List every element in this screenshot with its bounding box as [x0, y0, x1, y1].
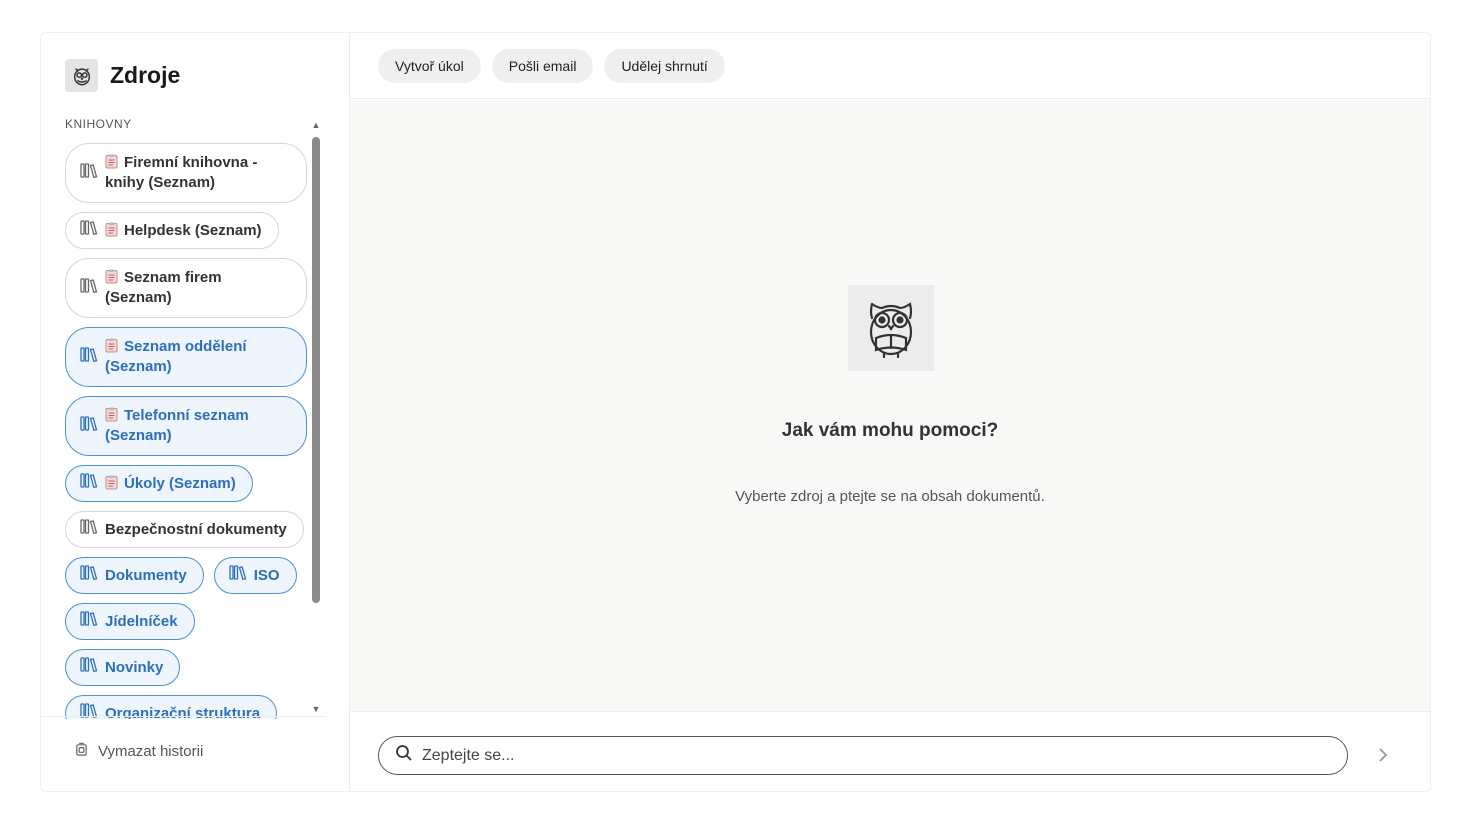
library-chip[interactable]: Úkoly (Seznam) [65, 465, 253, 502]
library-label-text: Jídelníček [105, 612, 178, 630]
libraries-section-label: KNIHOVNY [65, 117, 132, 131]
library-label: Dokumenty [105, 566, 187, 586]
library-label: Novinky [105, 658, 163, 678]
library-icon [80, 346, 98, 369]
make-summary-button[interactable]: Udělej shrnutí [604, 48, 725, 83]
library-icon [80, 415, 98, 438]
library-icon [229, 564, 247, 587]
create-task-button[interactable]: Vytvoř úkol [378, 48, 481, 83]
library-label: Firemní knihovna - knihy (Seznam) [105, 153, 290, 193]
ask-field-wrapper[interactable] [378, 736, 1348, 775]
library-chip[interactable]: Telefonní seznam (Seznam) [65, 396, 307, 456]
send-chevron-icon[interactable] [1372, 742, 1394, 768]
library-icon [80, 656, 98, 679]
library-chip[interactable]: Firemní knihovna - knihy (Seznam) [65, 143, 307, 203]
library-icon [80, 610, 98, 633]
list-document-icon [105, 338, 124, 355]
clear-history-label: Vymazat historii [98, 743, 204, 760]
library-label-text: Helpdesk (Seznam) [124, 221, 262, 239]
app-window: Zdroje KNIHOVNY ▲ ▼ Firemní knihovna - k… [40, 32, 1431, 792]
scroll-up-arrow-icon[interactable]: ▲ [311, 121, 321, 130]
library-label-text: Dokumenty [105, 566, 187, 584]
library-label: Jídelníček [105, 612, 178, 632]
library-chip[interactable]: Seznam firem (Seznam) [65, 258, 307, 318]
library-chip[interactable]: Novinky [65, 649, 181, 686]
library-icon [80, 162, 98, 185]
library-label-text: ISO [253, 566, 280, 584]
library-label-text: Seznam oddělení (Seznam) [105, 338, 247, 375]
library-chip[interactable]: Dokumenty [65, 557, 204, 594]
owl-mascot-icon [848, 285, 934, 371]
library-chip[interactable]: Helpdesk (Seznam) [65, 212, 279, 249]
list-document-icon [105, 222, 124, 239]
library-label-text: Firemní knihovna - knihy (Seznam) [105, 154, 258, 191]
trash-icon [74, 742, 89, 761]
list-document-icon [105, 154, 124, 171]
library-label: Helpdesk (Seznam) [105, 221, 262, 241]
sidebar-footer-divider [41, 716, 326, 717]
library-icon [80, 219, 98, 242]
list-document-icon [105, 269, 124, 286]
library-label-text: Úkoly (Seznam) [124, 474, 236, 492]
sidebar-header: Zdroje [65, 59, 180, 92]
library-list: Firemní knihovna - knihy (Seznam) Helpdes… [65, 143, 311, 719]
library-label-text: Bezpečnostní dokumenty [105, 520, 287, 538]
library-chip[interactable]: Seznam oddělení (Seznam) [65, 327, 307, 387]
library-icon [80, 518, 98, 541]
library-chip[interactable]: Bezpečnostní dokumenty [65, 511, 304, 548]
library-label: ISO [254, 566, 280, 586]
welcome-subtitle: Vyberte zdroj a ptejte se na obsah dokum… [735, 488, 1045, 505]
library-chip[interactable]: Jídelníček [65, 603, 195, 640]
list-document-icon [105, 407, 124, 424]
library-label: Telefonní seznam (Seznam) [105, 406, 290, 446]
composer-bar [350, 711, 1430, 791]
sidebar-title: Zdroje [110, 62, 181, 88]
library-label: Bezpečnostní dokumenty [105, 520, 287, 540]
sources-sidebar: Zdroje KNIHOVNY ▲ ▼ Firemní knihovna - k… [41, 33, 350, 791]
library-list-scrollbar[interactable] [312, 137, 320, 603]
welcome-title: Jak vám mohu pomoci? [781, 420, 999, 441]
scroll-down-arrow-icon[interactable]: ▼ [311, 705, 321, 714]
library-icon [80, 277, 98, 300]
library-label-text: Novinky [105, 658, 164, 676]
library-label: Seznam oddělení (Seznam) [105, 337, 290, 377]
ask-input[interactable] [422, 746, 1322, 765]
library-icon [80, 564, 98, 587]
list-document-icon [105, 475, 124, 492]
library-label-text: Telefonní seznam (Seznam) [105, 407, 249, 444]
owl-logo-icon [65, 59, 98, 92]
clear-history-button[interactable]: Vymazat historii [74, 742, 203, 761]
library-label: Seznam firem (Seznam) [105, 268, 290, 308]
search-icon [395, 744, 413, 767]
library-chip[interactable]: ISO [213, 557, 297, 594]
library-icon [80, 472, 98, 495]
library-label: Úkoly (Seznam) [105, 474, 236, 494]
send-email-button[interactable]: Pošli email [491, 48, 594, 83]
chat-main: Vytvoř úkol Pošli email Udělej shrnutí Jak… [350, 33, 1430, 791]
chat-messages-area: Jak vám mohu pomoci? Vyberte zdroj a pte… [350, 100, 1430, 711]
quick-actions-bar: Vytvoř úkol Pošli email Udělej shrnutí [350, 33, 1430, 99]
